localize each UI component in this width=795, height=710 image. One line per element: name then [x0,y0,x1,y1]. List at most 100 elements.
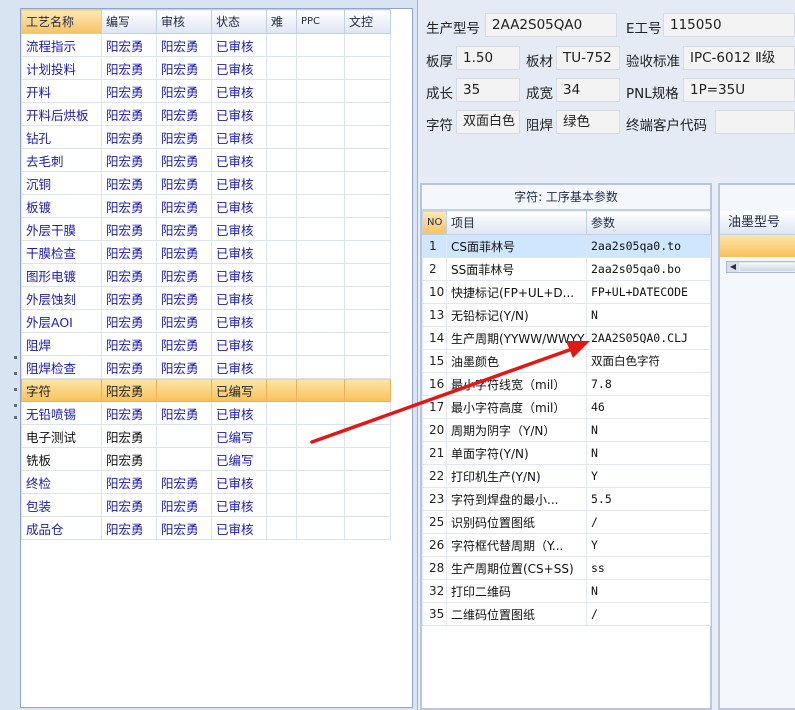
param-row[interactable]: 28 生产周期位置(CS+SS) ss [422,556,711,580]
status-cell[interactable]: 已审核 [211,309,267,333]
writer-cell[interactable]: 阳宏勇 [101,217,157,241]
doc-control-cell[interactable] [344,401,391,425]
ppc-cell[interactable] [296,332,345,356]
param-value-cell[interactable]: N [586,441,711,465]
param-item-cell[interactable]: 快捷标记(FP+UL+D... [446,280,587,304]
param-item-cell[interactable]: 打印二维码 [446,579,587,603]
param-value-cell[interactable]: 2aa2s05qa0.bo [586,257,711,281]
difficulty-cell[interactable] [266,493,297,517]
process-name-cell[interactable]: 终检 [21,470,102,494]
process-name-cell[interactable]: 电子测试 [21,424,102,448]
process-row[interactable]: 去毛刺 阳宏勇 阳宏勇 已审核 [21,148,391,172]
reviewer-cell[interactable]: 阳宏勇 [156,33,212,57]
process-name-cell[interactable]: 钻孔 [21,125,102,149]
process-name-cell[interactable]: 去毛刺 [21,148,102,172]
param-item-cell[interactable]: 最小字符高度（mil） [446,395,587,419]
process-name-cell[interactable]: 字符 [21,378,102,402]
process-row[interactable]: 图形电镀 阳宏勇 阳宏勇 已审核 [21,263,391,287]
param-row[interactable]: 21 单面字符(Y/N) N [422,441,711,465]
process-name-cell[interactable]: 包装 [21,493,102,517]
writer-cell[interactable]: 阳宏勇 [101,355,157,379]
column-header-param[interactable]: 参数 [586,210,711,235]
param-value-cell[interactable]: 2AA2S05QA0.CLJ [586,326,711,350]
process-row[interactable]: 终检 阳宏勇 阳宏勇 已审核 [21,470,391,494]
reviewer-cell[interactable]: 阳宏勇 [156,470,212,494]
doc-control-cell[interactable] [344,309,391,333]
process-name-cell[interactable]: 板镀 [21,194,102,218]
difficulty-cell[interactable] [266,286,297,310]
difficulty-cell[interactable] [266,148,297,172]
param-no-cell[interactable]: 35 [422,602,447,626]
param-item-cell[interactable]: 最小字符线宽（mil） [446,372,587,396]
writer-cell[interactable]: 阳宏勇 [101,286,157,310]
status-cell[interactable]: 已审核 [211,332,267,356]
status-cell[interactable]: 已审核 [211,401,267,425]
writer-cell[interactable]: 阳宏勇 [101,263,157,287]
param-item-cell[interactable]: 油墨颜色 [446,349,587,373]
reviewer-cell[interactable] [156,447,212,471]
process-name-cell[interactable]: 开料 [21,79,102,103]
writer-cell[interactable]: 阳宏勇 [101,309,157,333]
process-row[interactable]: 沉铜 阳宏勇 阳宏勇 已审核 [21,171,391,195]
reviewer-cell[interactable]: 阳宏勇 [156,332,212,356]
process-name-cell[interactable]: 成品仓 [21,516,102,540]
doc-control-cell[interactable] [344,447,391,471]
process-row[interactable]: 外层蚀刻 阳宏勇 阳宏勇 已审核 [21,286,391,310]
param-no-cell[interactable]: 2 [422,257,447,281]
customer-field[interactable] [715,110,795,134]
status-cell[interactable]: 已审核 [211,516,267,540]
reviewer-cell[interactable]: 阳宏勇 [156,217,212,241]
process-name-cell[interactable]: 流程指示 [21,33,102,57]
param-item-cell[interactable]: SS面菲林号 [446,257,587,281]
doc-control-cell[interactable] [344,355,391,379]
column-header-writer[interactable]: 编写 [101,9,157,34]
writer-cell[interactable]: 阳宏勇 [101,424,157,448]
param-value-cell[interactable]: / [586,510,711,534]
doc-control-cell[interactable] [344,378,391,402]
scroll-left-arrow-icon[interactable]: ◀ [727,262,739,272]
param-no-cell[interactable]: 17 [422,395,447,419]
status-cell[interactable]: 已审核 [211,56,267,80]
param-value-cell[interactable]: 5.5 [586,487,711,511]
param-row[interactable]: 35 二维码位置图纸 / [422,602,711,626]
param-row[interactable]: 25 识别码位置图纸 / [422,510,711,534]
writer-cell[interactable]: 阳宏勇 [101,240,157,264]
ppc-cell[interactable] [296,217,345,241]
process-row[interactable]: 外层干膜 阳宏勇 阳宏勇 已审核 [21,217,391,241]
param-no-cell[interactable]: 23 [422,487,447,511]
param-item-cell[interactable]: 字符框代替周期（Y... [446,533,587,557]
status-cell[interactable]: 已审核 [211,125,267,149]
doc-control-cell[interactable] [344,493,391,517]
param-row[interactable]: 15 油墨颜色 双面白色字符 [422,349,711,373]
writer-cell[interactable]: 阳宏勇 [101,378,157,402]
difficulty-cell[interactable] [266,33,297,57]
process-row[interactable]: 计划投料 阳宏勇 阳宏勇 已审核 [21,56,391,80]
param-item-cell[interactable]: 生产周期位置(CS+SS) [446,556,587,580]
eno-field[interactable]: 115050 [663,13,795,37]
ppc-cell[interactable] [296,148,345,172]
param-value-cell[interactable]: Y [586,533,711,557]
difficulty-cell[interactable] [266,516,297,540]
param-no-cell[interactable]: 26 [422,533,447,557]
reviewer-cell[interactable]: 阳宏勇 [156,171,212,195]
difficulty-cell[interactable] [266,332,297,356]
difficulty-cell[interactable] [266,79,297,103]
difficulty-cell[interactable] [266,355,297,379]
param-item-cell[interactable]: CS面菲林号 [446,234,587,258]
param-item-cell[interactable]: 识别码位置图纸 [446,510,587,534]
param-item-cell[interactable]: 生产周期(YYWW/WWYY) [446,326,587,350]
doc-control-cell[interactable] [344,263,391,287]
process-row[interactable]: 开料 阳宏勇 阳宏勇 已审核 [21,79,391,103]
ppc-cell[interactable] [296,378,345,402]
param-item-cell[interactable]: 周期为阴字（Y/N） [446,418,587,442]
process-name-cell[interactable]: 铣板 [21,447,102,471]
process-name-cell[interactable]: 外层AOI [21,309,102,333]
process-row[interactable]: 无铅喷锡 阳宏勇 阳宏勇 已审核 [21,401,391,425]
param-value-cell[interactable]: N [586,418,711,442]
reviewer-cell[interactable]: 阳宏勇 [156,79,212,103]
difficulty-cell[interactable] [266,240,297,264]
pnl-field[interactable]: 1P=35U [683,78,795,102]
reviewer-cell[interactable] [156,424,212,448]
process-row[interactable]: 流程指示 阳宏勇 阳宏勇 已审核 [21,33,391,57]
status-cell[interactable]: 已审核 [211,493,267,517]
